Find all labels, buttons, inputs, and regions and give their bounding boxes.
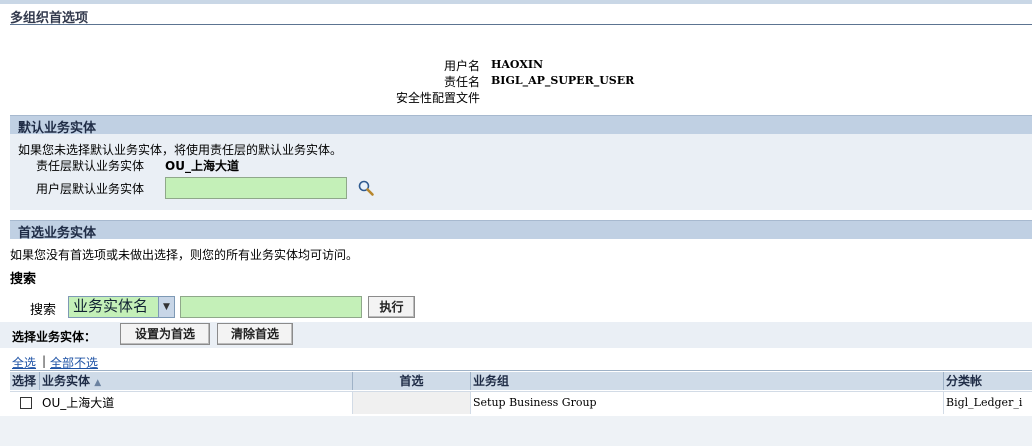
- go-button[interactable]: 执行: [368, 296, 415, 318]
- search-input[interactable]: [180, 296, 362, 318]
- set-preferred-button[interactable]: 设置为首选: [120, 323, 210, 345]
- preferred-ou-header-label: 首选业务实体: [18, 226, 97, 241]
- footer-area: [0, 416, 1032, 446]
- preferred-ou-hint: 如果您没有首选项或未做出选择，则您的所有业务实体均可访问。: [10, 248, 359, 262]
- search-field-selected: 业务实体名: [73, 297, 149, 315]
- user-level-ou-label: 用户层默认业务实体: [36, 182, 145, 196]
- column-header-ledger: 分类帐: [944, 372, 1032, 390]
- select-all-link[interactable]: 全选: [12, 354, 36, 371]
- search-label: 搜索: [30, 303, 57, 318]
- chevron-down-icon: ▼: [158, 297, 174, 317]
- default-ou-hint: 如果您未选择默认业务实体，将使用责任层的默认业务实体。: [18, 143, 343, 157]
- username-value: HAOXIN: [491, 58, 544, 71]
- resp-level-ou-value: OU_上海大道: [165, 159, 239, 173]
- search-icon[interactable]: [357, 179, 375, 197]
- select-none-link[interactable]: 全部不选: [50, 354, 98, 371]
- top-bar: [0, 0, 1032, 4]
- link-separator: |: [42, 354, 47, 368]
- title-divider: [10, 24, 1032, 25]
- column-header-ou[interactable]: 业务实体 ▲: [40, 372, 353, 390]
- search-title: 搜索: [10, 272, 37, 287]
- column-header-business-group: 业务组: [471, 372, 944, 390]
- security-profile-label: 安全性配置文件: [395, 91, 480, 105]
- table-top-rule: [10, 370, 1032, 371]
- row-checkbox[interactable]: [20, 397, 32, 409]
- default-ou-header-label: 默认业务实体: [18, 121, 97, 136]
- preferred-ou-header: 首选业务实体: [10, 220, 1032, 241]
- resp-level-ou-label: 责任层默认业务实体: [36, 159, 145, 173]
- sort-ascending-icon: ▲: [94, 378, 102, 388]
- clear-preferred-button[interactable]: 清除首选: [217, 323, 293, 345]
- default-ou-header: 默认业务实体: [10, 115, 1032, 136]
- ledger-cell: Bigl_Ledger_i: [946, 396, 1023, 409]
- user-level-ou-input[interactable]: [165, 177, 347, 199]
- responsibility-label: 责任名: [443, 75, 480, 89]
- username-label: 用户名: [443, 59, 480, 73]
- column-header-preferred: 首选: [353, 372, 471, 390]
- select-ou-label: 选择业务实体：: [12, 330, 97, 344]
- search-field-select[interactable]: 业务实体名 ▼: [68, 296, 175, 318]
- preferred-cell: [353, 392, 471, 414]
- ou-name-cell: OU_上海大道: [40, 392, 353, 414]
- responsibility-value: BIGL_AP_SUPER_USER: [491, 74, 635, 87]
- column-header-select: 选择: [10, 372, 40, 390]
- business-group-cell: Setup Business Group: [471, 392, 944, 414]
- column-header-ou-label: 业务实体: [42, 374, 91, 388]
